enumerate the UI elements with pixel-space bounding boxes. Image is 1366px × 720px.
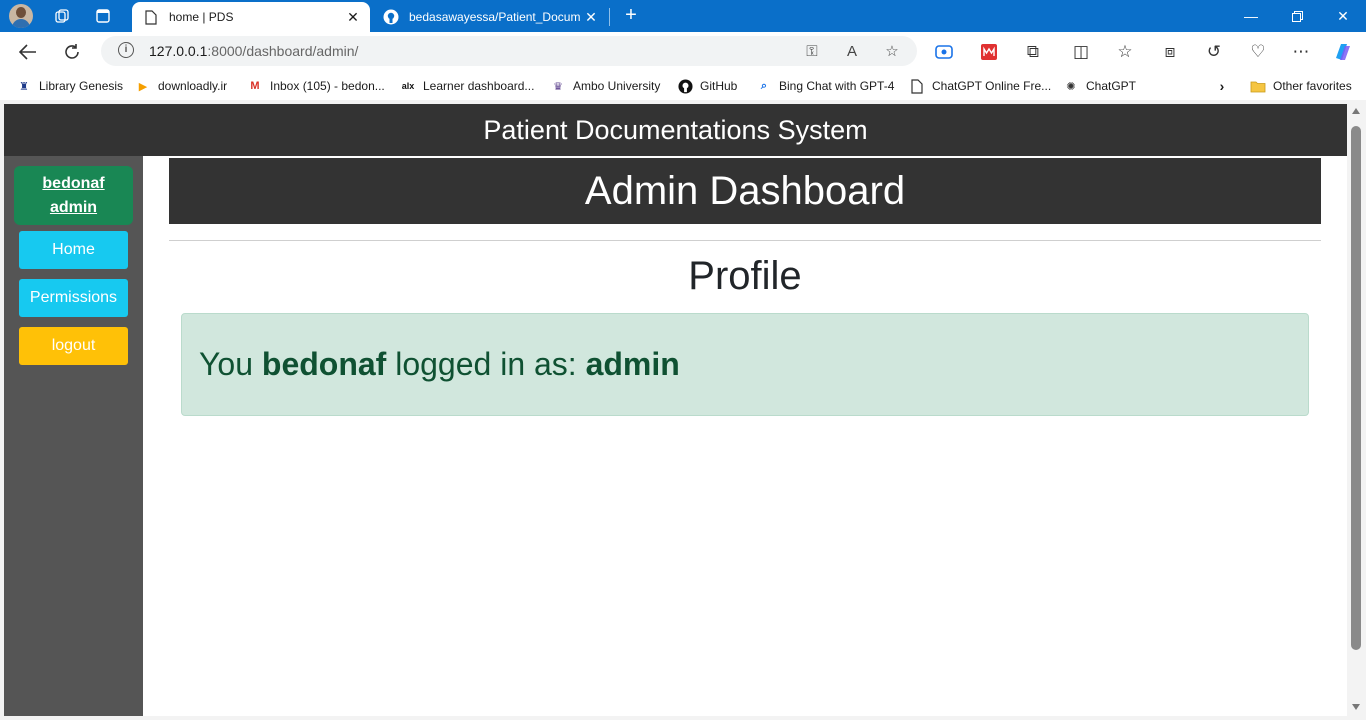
home-button[interactable]: Home bbox=[19, 231, 128, 269]
extension-red-icon[interactable] bbox=[976, 39, 1002, 65]
alert-role: admin bbox=[585, 346, 680, 382]
new-tab-icon[interactable]: + bbox=[620, 4, 642, 26]
logout-button[interactable]: logout bbox=[19, 327, 128, 365]
user-card-link[interactable]: bedonaf admin bbox=[14, 166, 133, 225]
page-scrollbar[interactable] bbox=[1347, 104, 1366, 716]
more-bookmarks-chevron-icon[interactable]: › bbox=[1214, 78, 1237, 94]
bookmark-chatgpt[interactable]: ✺ ChatGPT bbox=[1063, 78, 1136, 94]
browser-title-bar: home | PDS ✕ bedasawayessa/Patient_Docum… bbox=[0, 0, 1366, 32]
workspaces-icon[interactable] bbox=[50, 4, 74, 28]
tab-title: bedasawayessa/Patient_Documen bbox=[409, 10, 580, 24]
url-text[interactable]: 127.0.0.1:8000/dashboard/admin/ bbox=[149, 43, 358, 59]
tab-title: home | PDS bbox=[169, 10, 234, 24]
favorite-star-icon[interactable]: ☆ bbox=[881, 40, 903, 62]
tab-divider bbox=[609, 8, 610, 26]
alx-icon: alx bbox=[401, 81, 415, 91]
downloadly-icon: ▶ bbox=[138, 80, 148, 93]
university-icon: ♛ bbox=[553, 80, 563, 93]
site-header: Patient Documentations System bbox=[4, 104, 1347, 156]
divider bbox=[169, 240, 1321, 241]
permissions-button[interactable]: Permissions bbox=[19, 279, 128, 317]
gmail-icon: M bbox=[250, 80, 260, 92]
close-tab-icon[interactable]: ✕ bbox=[580, 9, 602, 26]
refresh-icon[interactable] bbox=[59, 39, 85, 65]
history-icon[interactable]: ↺ bbox=[1201, 39, 1227, 65]
page-viewport: Patient Documentations System bedonaf ad… bbox=[4, 104, 1347, 716]
bookmark-downloadly[interactable]: ▶ downloadly.ir bbox=[135, 78, 227, 94]
bookmark-library-genesis[interactable]: ♜ Library Genesis bbox=[16, 78, 123, 94]
bookmark-bing-chat[interactable]: ⌕ Bing Chat with GPT-4 bbox=[756, 78, 894, 94]
browser-essentials-icon[interactable]: ♡ bbox=[1245, 39, 1271, 65]
restore-icon[interactable] bbox=[1274, 0, 1320, 32]
page-icon bbox=[909, 78, 925, 94]
screen-capture-icon[interactable] bbox=[931, 39, 957, 65]
sidebar: bedonaf admin Home Permissions logout bbox=[4, 156, 143, 716]
split-screen-icon[interactable]: ◫ bbox=[1068, 39, 1094, 65]
password-key-icon[interactable]: ⚿ bbox=[801, 40, 823, 62]
collections-icon[interactable]: ⧈ bbox=[1157, 39, 1183, 65]
scroll-thumb[interactable] bbox=[1351, 126, 1361, 650]
profile-avatar[interactable] bbox=[9, 4, 33, 28]
address-bar[interactable]: i 127.0.0.1:8000/dashboard/admin/ ⚿ A ☆ bbox=[101, 36, 917, 66]
tab-actions-icon[interactable] bbox=[91, 4, 115, 28]
bookmark-github[interactable]: GitHub bbox=[677, 78, 737, 94]
login-status-alert: You bedonaf logged in as: admin bbox=[181, 313, 1309, 416]
close-tab-icon[interactable]: ✕ bbox=[342, 9, 364, 26]
main-content: Admin Dashboard Profile You bedonaf logg… bbox=[143, 156, 1347, 716]
favorites-bar: ♜ Library Genesis ▶ downloadly.ir M Inbo… bbox=[0, 72, 1366, 100]
github-icon bbox=[383, 9, 399, 25]
tab-home-pds[interactable]: home | PDS ✕ bbox=[132, 2, 370, 32]
site-title: Patient Documentations System bbox=[483, 114, 868, 145]
folder-icon bbox=[1250, 78, 1266, 94]
github-icon bbox=[677, 78, 693, 94]
copilot-icon[interactable] bbox=[1330, 39, 1356, 65]
extensions-icon[interactable]: ⧉ bbox=[1020, 39, 1046, 65]
other-favorites-folder[interactable]: Other favorites bbox=[1250, 78, 1352, 94]
bookmark-learner-dashboard[interactable]: alx Learner dashboard... bbox=[400, 78, 535, 94]
more-menu-icon[interactable]: ⋯ bbox=[1288, 39, 1314, 65]
chatgpt-icon: ✺ bbox=[1066, 80, 1076, 93]
browser-toolbar: i 127.0.0.1:8000/dashboard/admin/ ⚿ A ☆ … bbox=[0, 32, 1366, 72]
page-icon bbox=[143, 9, 159, 25]
dashboard-title: Admin Dashboard bbox=[584, 168, 906, 213]
bookmark-gmail-inbox[interactable]: M Inbox (105) - bedon... bbox=[247, 78, 384, 94]
profile-heading: Profile bbox=[688, 254, 802, 298]
minimize-icon[interactable]: — bbox=[1228, 0, 1274, 32]
search-icon: ⌕ bbox=[760, 79, 768, 92]
read-aloud-icon[interactable]: A bbox=[841, 40, 863, 62]
favorites-icon[interactable]: ☆ bbox=[1112, 39, 1138, 65]
library-icon: ♜ bbox=[19, 80, 29, 93]
sidebar-username: bedonaf bbox=[42, 175, 105, 192]
alert-username: bedonaf bbox=[261, 346, 387, 382]
alert-prefix: You bbox=[199, 346, 253, 382]
scroll-up-arrow-icon[interactable] bbox=[1352, 108, 1360, 114]
alert-middle: logged in as: bbox=[395, 346, 577, 382]
bookmark-ambo-university[interactable]: ♛ Ambo University bbox=[550, 78, 660, 94]
back-icon[interactable] bbox=[15, 39, 41, 65]
tab-github-repo[interactable]: bedasawayessa/Patient_Documen ✕ bbox=[372, 2, 608, 32]
sidebar-role: admin bbox=[49, 199, 98, 216]
scroll-down-arrow-icon[interactable] bbox=[1352, 704, 1360, 710]
site-info-icon[interactable]: i bbox=[118, 42, 134, 58]
close-window-icon[interactable]: ✕ bbox=[1320, 0, 1366, 32]
dashboard-header: Admin Dashboard bbox=[169, 158, 1321, 224]
bookmark-chatgpt-online[interactable]: ChatGPT Online Fre... bbox=[909, 78, 1051, 94]
